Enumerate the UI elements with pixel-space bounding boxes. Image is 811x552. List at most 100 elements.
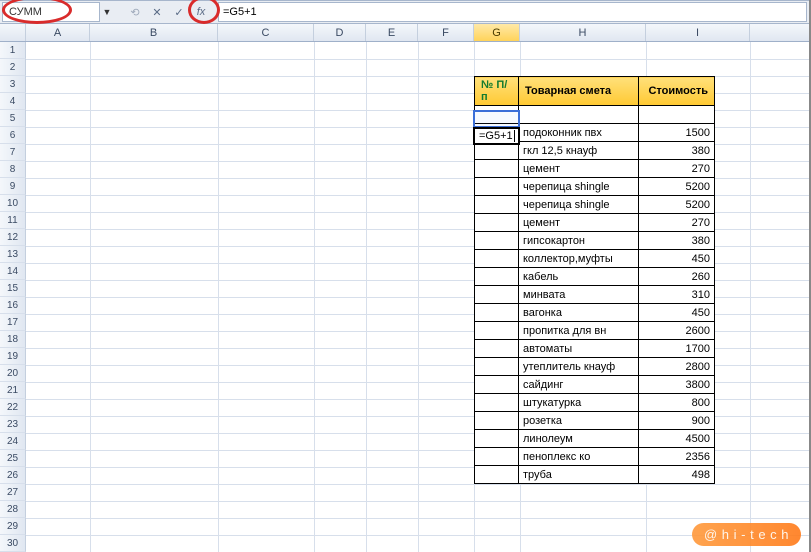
row-header-10[interactable]: 10 <box>0 195 26 212</box>
row-header-30[interactable]: 30 <box>0 535 26 552</box>
cell-np[interactable] <box>475 178 519 196</box>
row-header-2[interactable]: 2 <box>0 59 26 76</box>
history-icon[interactable]: ⟲ <box>125 2 145 22</box>
table-row[interactable]: черепица shingle5200 <box>475 196 715 214</box>
table-row[interactable]: линолеум4500 <box>475 430 715 448</box>
cell-cost[interactable]: 2356 <box>639 448 715 466</box>
row-header-14[interactable]: 14 <box>0 263 26 280</box>
active-cell[interactable]: =G5+1 <box>473 127 520 145</box>
cell-cost[interactable]: 270 <box>639 214 715 232</box>
cell-np[interactable] <box>475 340 519 358</box>
table-row[interactable]: минвата310 <box>475 286 715 304</box>
cell-name[interactable]: минвата <box>519 286 639 304</box>
cell-name[interactable]: гкл 12,5 кнауф <box>519 142 639 160</box>
column-header-C[interactable]: C <box>218 24 314 41</box>
cell-cost[interactable]: 380 <box>639 232 715 250</box>
cell-np[interactable] <box>475 448 519 466</box>
cell-np[interactable] <box>475 412 519 430</box>
column-header-G[interactable]: G <box>474 24 520 41</box>
cell-name[interactable]: штукатурка <box>519 394 639 412</box>
table-row[interactable]: цемент270 <box>475 214 715 232</box>
cell-cost[interactable]: 260 <box>639 268 715 286</box>
table-row[interactable]: труба498 <box>475 466 715 484</box>
cell-cost[interactable]: 450 <box>639 304 715 322</box>
table-row[interactable]: коллектор,муфты450 <box>475 250 715 268</box>
cell-cost[interactable]: 5200 <box>639 178 715 196</box>
name-box[interactable]: СУММ ▼ <box>2 2 100 22</box>
cell-cost[interactable]: 270 <box>639 160 715 178</box>
table-row[interactable]: пеноплекс ко2356 <box>475 448 715 466</box>
cell-cost[interactable]: 5200 <box>639 196 715 214</box>
select-all-corner[interactable] <box>0 24 26 41</box>
table-row[interactable]: цемент270 <box>475 160 715 178</box>
column-header-B[interactable]: B <box>90 24 218 41</box>
row-header-25[interactable]: 25 <box>0 450 26 467</box>
cell-cost[interactable]: 3800 <box>639 376 715 394</box>
cell-np[interactable] <box>475 322 519 340</box>
table-row[interactable]: розетка900 <box>475 412 715 430</box>
row-header-26[interactable]: 26 <box>0 467 26 484</box>
cell-cost[interactable]: 2800 <box>639 358 715 376</box>
row-header-21[interactable]: 21 <box>0 382 26 399</box>
row-header-6[interactable]: 6 <box>0 127 26 144</box>
row-header-20[interactable]: 20 <box>0 365 26 382</box>
cell-name[interactable]: коллектор,муфты <box>519 250 639 268</box>
column-header-H[interactable]: H <box>520 24 646 41</box>
cell-name[interactable]: вагонка <box>519 304 639 322</box>
cell-cost[interactable]: 4500 <box>639 430 715 448</box>
cell-np[interactable] <box>475 268 519 286</box>
cell-np[interactable] <box>475 430 519 448</box>
row-header-17[interactable]: 17 <box>0 314 26 331</box>
cell-name[interactable]: кабель <box>519 268 639 286</box>
cell-np[interactable] <box>475 160 519 178</box>
row-header-18[interactable]: 18 <box>0 331 26 348</box>
column-header-A[interactable]: A <box>26 24 90 41</box>
cell-name[interactable]: цемент <box>519 214 639 232</box>
cell-np[interactable] <box>475 394 519 412</box>
row-header-5[interactable]: 5 <box>0 110 26 127</box>
row-header-19[interactable]: 19 <box>0 348 26 365</box>
cell-name[interactable]: автоматы <box>519 340 639 358</box>
table-row[interactable]: пропитка для вн2600 <box>475 322 715 340</box>
row-header-27[interactable]: 27 <box>0 484 26 501</box>
spreadsheet-grid[interactable]: № П/пТоварная сметаСтоимость1подоконник … <box>26 42 811 552</box>
column-header-D[interactable]: D <box>314 24 366 41</box>
column-header-I[interactable]: I <box>646 24 750 41</box>
row-header-4[interactable]: 4 <box>0 93 26 110</box>
column-header-E[interactable]: E <box>366 24 418 41</box>
cell-cost[interactable]: 380 <box>639 142 715 160</box>
cell-cost[interactable]: 1500 <box>639 124 715 142</box>
cell-np[interactable] <box>475 376 519 394</box>
column-header-F[interactable]: F <box>418 24 474 41</box>
enter-icon[interactable]: ✓ <box>169 2 189 22</box>
cell-name[interactable]: подоконник пвх <box>519 124 639 142</box>
table-row[interactable]: вагонка450 <box>475 304 715 322</box>
row-header-29[interactable]: 29 <box>0 518 26 535</box>
fx-icon[interactable]: fx <box>191 2 211 22</box>
cell-name[interactable]: цемент <box>519 160 639 178</box>
row-header-22[interactable]: 22 <box>0 399 26 416</box>
cancel-icon[interactable]: ✕ <box>147 2 167 22</box>
row-header-12[interactable]: 12 <box>0 229 26 246</box>
cell-cost[interactable]: 800 <box>639 394 715 412</box>
cell-name[interactable]: пропитка для вн <box>519 322 639 340</box>
cell-np[interactable] <box>475 286 519 304</box>
cell-name[interactable]: гипсокартон <box>519 232 639 250</box>
cell-cost[interactable]: 498 <box>639 466 715 484</box>
row-header-16[interactable]: 16 <box>0 297 26 314</box>
table-row[interactable]: гипсокартон380 <box>475 232 715 250</box>
cell-name[interactable]: утеплитель кнауф <box>519 358 639 376</box>
cell-name[interactable]: пеноплекс ко <box>519 448 639 466</box>
table-row[interactable]: утеплитель кнауф2800 <box>475 358 715 376</box>
cell-cost[interactable]: 2600 <box>639 322 715 340</box>
cell-name[interactable]: труба <box>519 466 639 484</box>
cell-np[interactable] <box>475 466 519 484</box>
row-header-15[interactable]: 15 <box>0 280 26 297</box>
cell-name[interactable]: черепица shingle <box>519 178 639 196</box>
formula-input[interactable] <box>218 2 807 22</box>
row-header-7[interactable]: 7 <box>0 144 26 161</box>
name-box-dropdown-icon[interactable]: ▼ <box>99 2 115 22</box>
cell-np[interactable] <box>475 214 519 232</box>
cell-np[interactable] <box>475 250 519 268</box>
row-header-11[interactable]: 11 <box>0 212 26 229</box>
